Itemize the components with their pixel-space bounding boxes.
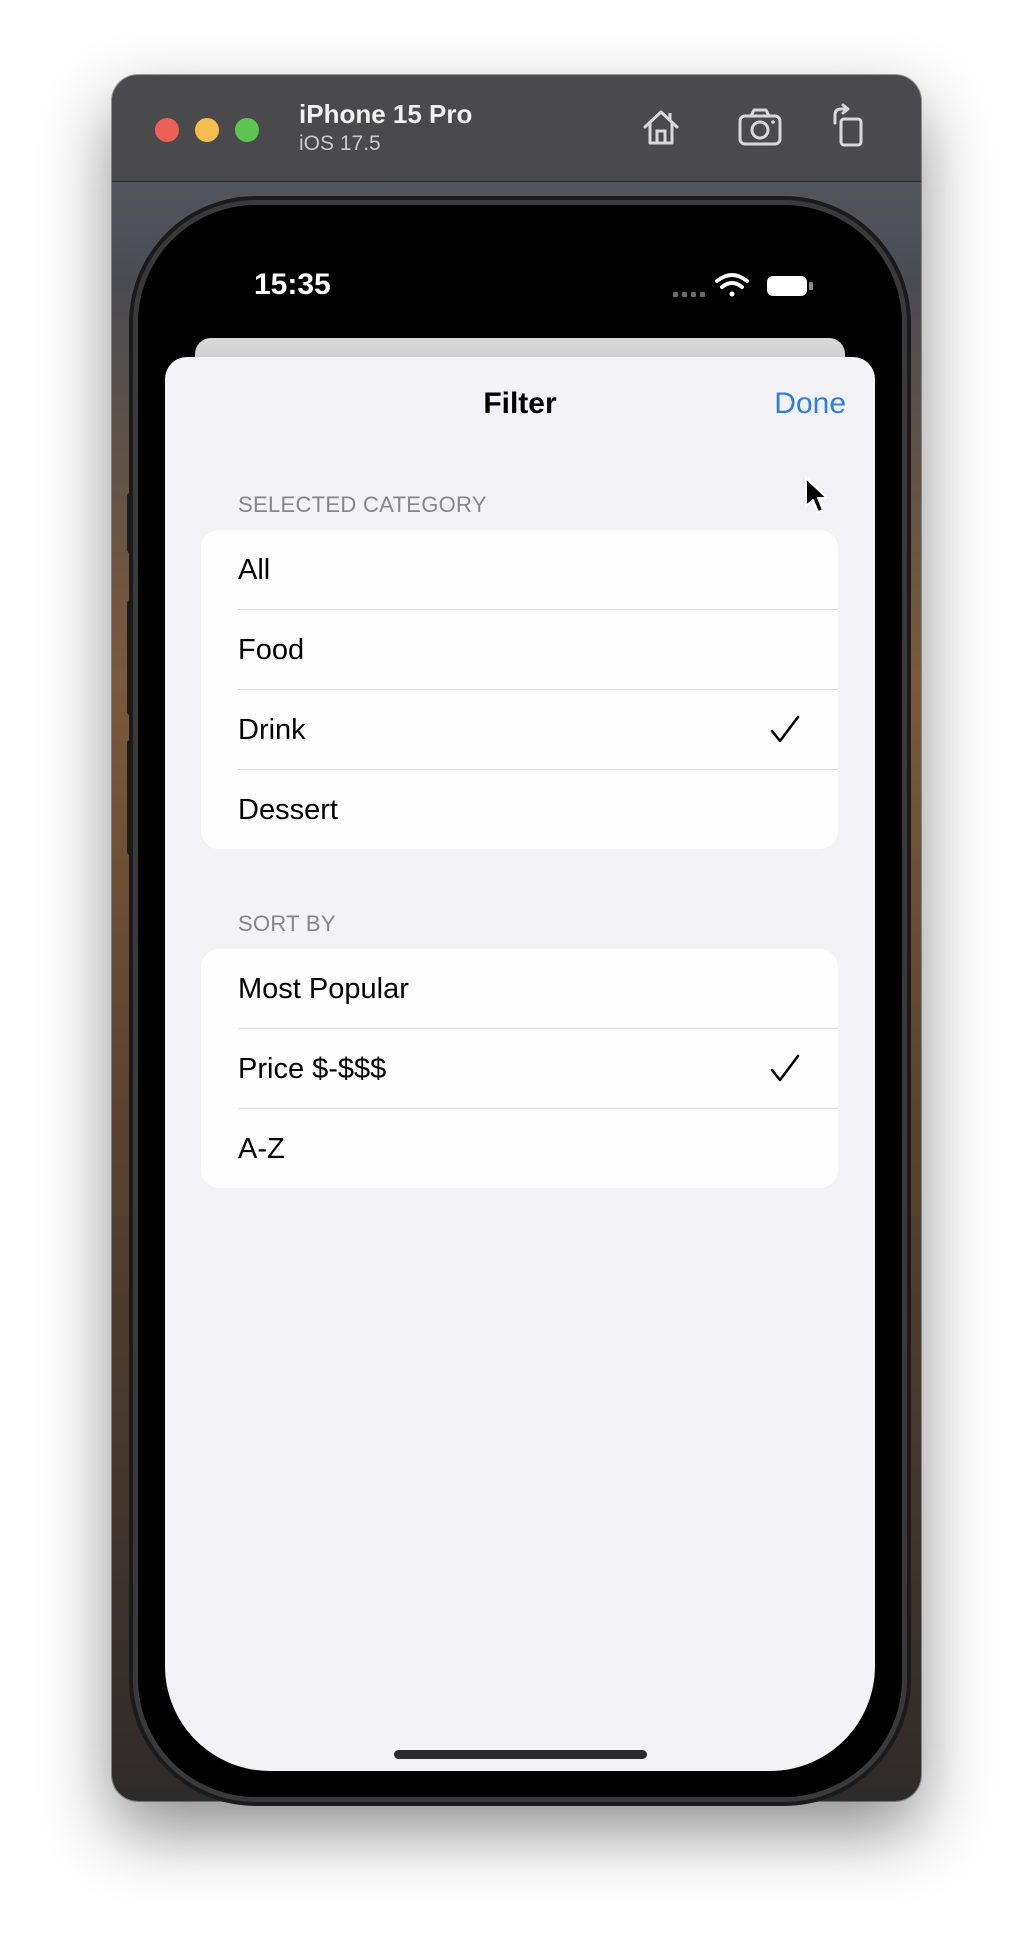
section-header-category: SELECTED CATEGORY	[238, 492, 487, 517]
row-label: Dessert	[238, 794, 338, 826]
device-os-version: iOS 17.5	[299, 132, 381, 155]
sort-row-price[interactable]: Price $-$$$	[238, 1029, 838, 1109]
done-button[interactable]: Done	[774, 387, 846, 421]
category-list: All Food Drink Dessert	[201, 530, 838, 849]
sort-row-most-popular[interactable]: Most Popular	[238, 949, 838, 1029]
sheet-title: Filter	[483, 387, 557, 420]
zoom-window-button[interactable]	[235, 118, 259, 142]
mouse-pointer-icon	[805, 477, 828, 513]
screenshot-icon[interactable]	[736, 103, 784, 151]
sort-row-a-z[interactable]: A-Z	[238, 1109, 838, 1188]
volume-down-button	[127, 740, 135, 855]
row-label: All	[238, 554, 271, 586]
home-icon[interactable]	[637, 103, 685, 151]
minimize-window-button[interactable]	[195, 118, 219, 142]
status-icons	[673, 273, 813, 297]
volume-up-button	[127, 600, 135, 715]
checkmark-icon	[770, 1054, 800, 1082]
status-time: 15:35	[254, 268, 331, 301]
side-button	[903, 678, 911, 853]
wifi-icon	[715, 273, 749, 297]
row-label: Price $-$$$	[238, 1053, 387, 1085]
category-row-all[interactable]: All	[238, 530, 838, 610]
row-label: Drink	[238, 714, 306, 746]
row-label: Food	[238, 634, 305, 666]
category-row-food[interactable]: Food	[238, 610, 838, 690]
sort-list: Most Popular Price $-$$$ A-Z	[201, 949, 838, 1188]
action-button	[127, 493, 135, 553]
close-window-button[interactable]	[155, 118, 179, 142]
category-row-drink[interactable]: Drink	[238, 690, 838, 770]
signal-icon	[673, 292, 705, 297]
row-label: Most Popular	[238, 973, 409, 1005]
home-indicator[interactable]	[394, 1750, 647, 1759]
section-header-sort: SORT BY	[238, 911, 336, 936]
filter-sheet: Filter Done SELECTED CATEGORY All Food D…	[165, 357, 875, 1771]
device-name: iPhone 15 Pro	[299, 99, 473, 129]
rotate-icon[interactable]	[827, 103, 875, 151]
category-row-dessert[interactable]: Dessert	[238, 770, 838, 849]
simulator-titlebar: iPhone 15 Pro iOS 17.5	[112, 75, 921, 182]
checkmark-icon	[770, 715, 800, 743]
row-label: A-Z	[238, 1133, 285, 1165]
battery-icon	[767, 276, 813, 296]
